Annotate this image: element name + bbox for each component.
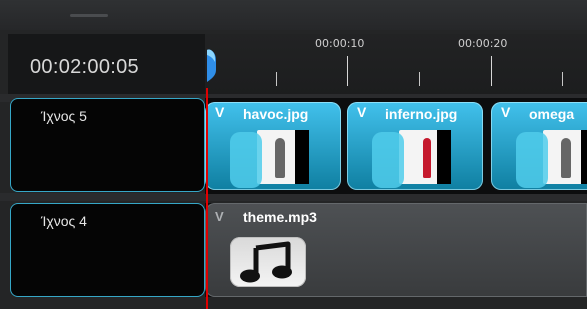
- current-timecode: 00:02:00:05: [30, 56, 139, 78]
- music-note-icon: [230, 237, 306, 287]
- ruler-label: 00:00:10: [315, 37, 365, 50]
- clip-havoc[interactable]: V havoc.jpg: [205, 102, 341, 190]
- clip-collapse-toggle[interactable]: V: [501, 104, 510, 120]
- ruler-tick: [419, 72, 420, 86]
- track-name: Ίχνος 5: [41, 108, 87, 124]
- ruler-tick: [491, 56, 492, 86]
- panel-top-bar: [0, 0, 587, 30]
- ruler-tick: [562, 72, 563, 86]
- ruler-tick: [347, 56, 348, 86]
- track-header-5[interactable]: Ίχνος 5: [10, 98, 205, 192]
- clip-highlight: [230, 132, 262, 188]
- clip-collapse-toggle[interactable]: V: [357, 104, 366, 120]
- ruler-tick: [276, 72, 277, 86]
- clip-highlight: [516, 132, 548, 188]
- audio-clip-theme[interactable]: V theme.mp3: [205, 203, 587, 297]
- clip-collapse-toggle[interactable]: V: [215, 209, 224, 224]
- track-header-4[interactable]: Ίχνος 4: [10, 203, 205, 297]
- clip-inferno[interactable]: V inferno.jpg: [347, 102, 483, 190]
- clip-name: omega: [529, 106, 575, 122]
- timeline-panel: 00:02:00:05 00:00:10 00:00:20 Ίχνος 5 V …: [0, 0, 587, 309]
- clip-thumbnail: [543, 130, 587, 184]
- thumbnail-shadow: [295, 130, 309, 184]
- clip-highlight: [372, 132, 404, 188]
- figure-icon: [423, 138, 431, 178]
- clip-name: havoc.jpg: [243, 106, 309, 122]
- track-separator: [0, 193, 587, 201]
- clip-name: theme.mp3: [243, 209, 317, 225]
- clip-omega[interactable]: V omega: [491, 102, 587, 190]
- resize-handle[interactable]: [70, 14, 108, 17]
- thumbnail-shadow: [437, 130, 451, 184]
- thumbnail-shadow: [581, 130, 587, 184]
- track-lane-5: V havoc.jpg V inferno.jpg V omega: [205, 98, 587, 194]
- ruler-label: 00:00:20: [458, 37, 508, 50]
- clip-name: inferno.jpg: [385, 106, 458, 122]
- figure-icon: [275, 138, 285, 178]
- clip-collapse-toggle[interactable]: V: [215, 104, 224, 120]
- figure-icon: [561, 138, 571, 178]
- playhead[interactable]: [206, 88, 208, 309]
- clip-thumbnail: [399, 130, 451, 184]
- clip-thumbnail: [257, 130, 309, 184]
- track-name: Ίχνος 4: [41, 213, 87, 229]
- playhead-flag-icon[interactable]: [206, 48, 218, 82]
- timeline-ruler[interactable]: 00:00:10 00:00:20: [205, 34, 587, 96]
- track-lane-4: V theme.mp3: [205, 203, 587, 297]
